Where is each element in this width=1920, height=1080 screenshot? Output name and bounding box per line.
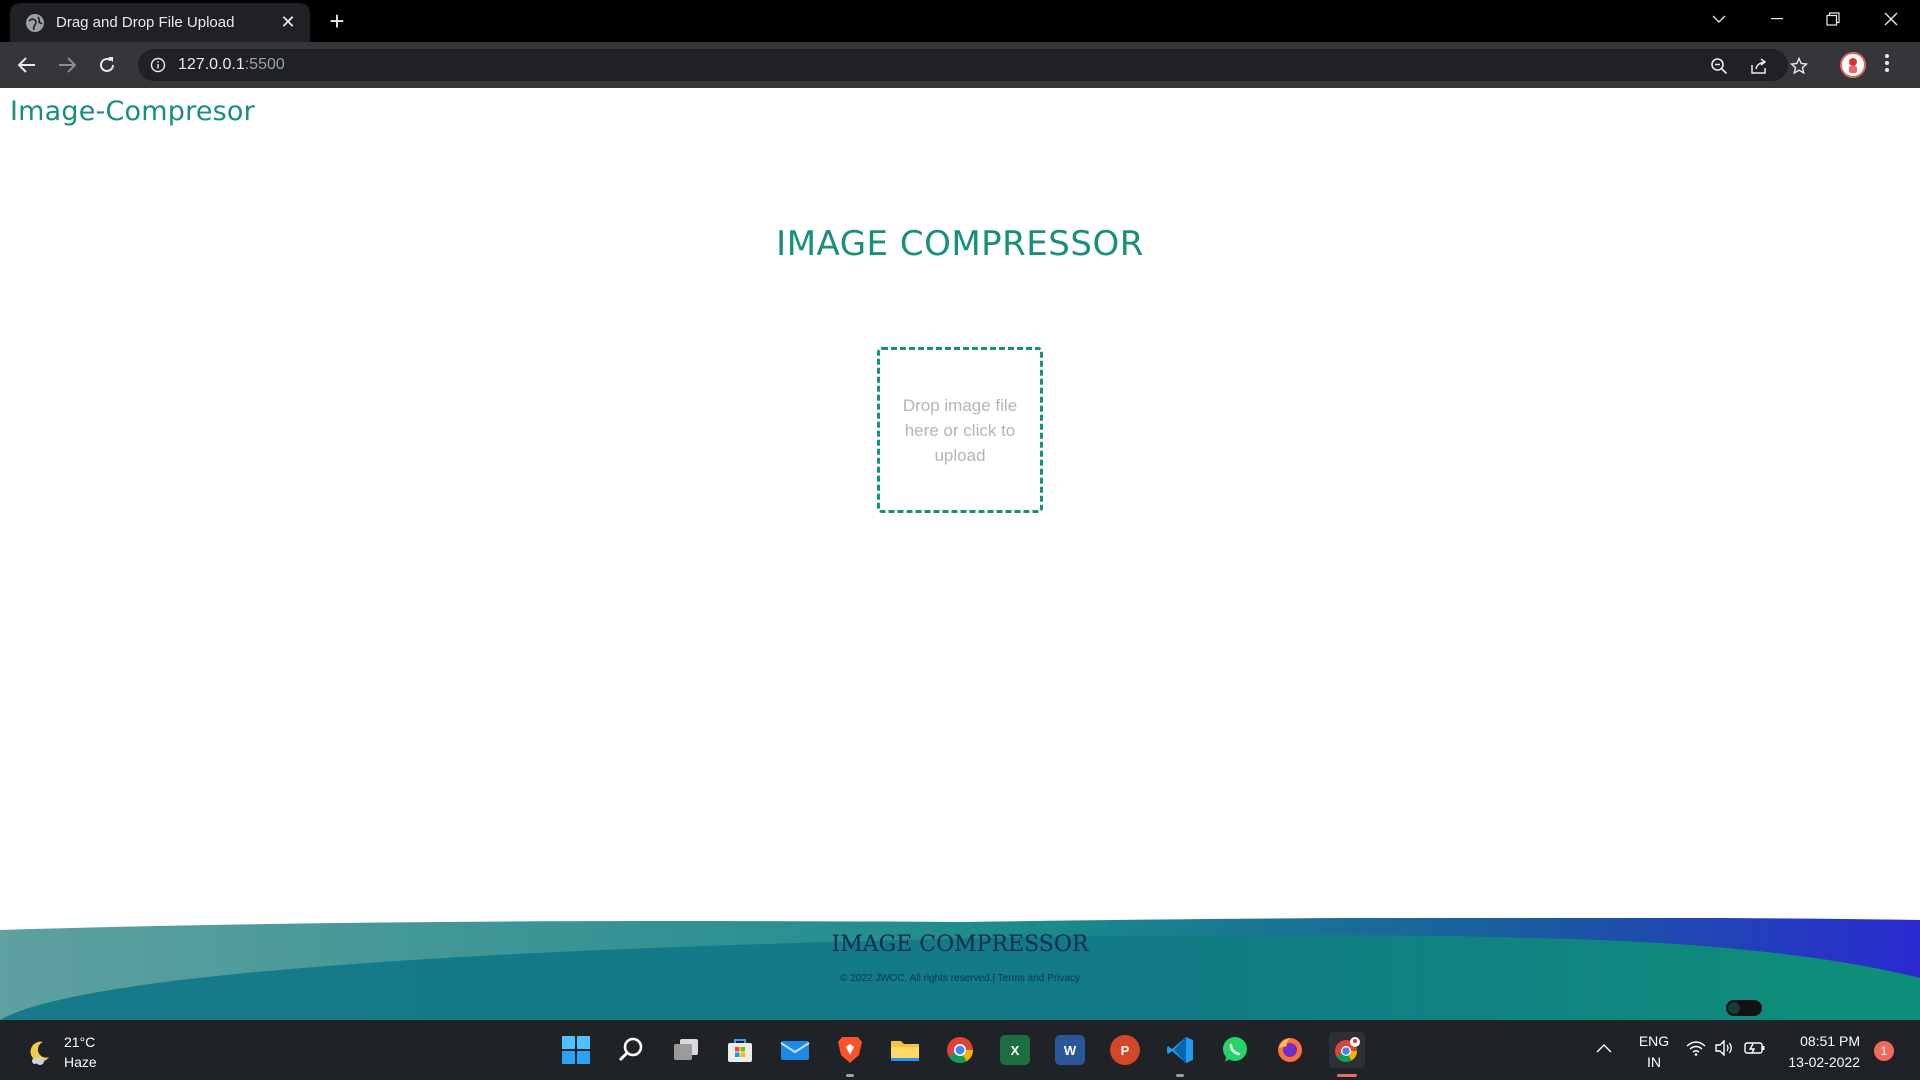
footer-copyright[interactable]: © 2022 JWOC. All rights reserved.| Terms…	[0, 973, 1920, 984]
whatsapp-icon[interactable]	[1219, 1034, 1251, 1066]
battery-icon[interactable]	[1744, 1041, 1766, 1058]
url-host: 127.0.0.1	[178, 56, 245, 73]
powerpoint-icon[interactable]: P	[1109, 1034, 1141, 1066]
volume-icon[interactable]	[1714, 1039, 1734, 1059]
page-title: IMAGE COMPRESSOR	[776, 224, 1144, 264]
page-viewport: Image-Compresor IMAGE COMPRESSOR Drop im…	[0, 88, 1920, 1020]
active-indicator	[1337, 1074, 1357, 1077]
zoom-icon[interactable]	[1710, 57, 1728, 75]
microsoft-store-icon[interactable]	[724, 1034, 756, 1066]
globe-icon	[26, 13, 44, 32]
tab-search-icon[interactable]	[1696, 0, 1742, 38]
windows-start-icon[interactable]	[560, 1034, 592, 1066]
close-tab-icon[interactable]: ✕	[278, 12, 298, 32]
weather-widget[interactable]: 21°C Haze	[26, 1032, 97, 1072]
clock-date: 13-02-2022	[1788, 1054, 1860, 1070]
chrome-profile-icon[interactable]	[1329, 1032, 1365, 1068]
url-port: :5500	[244, 56, 285, 73]
back-arrow-icon[interactable]	[12, 50, 42, 80]
url-text: 127.0.0.1:5500	[178, 56, 285, 74]
search-icon[interactable]	[615, 1034, 647, 1066]
reload-icon[interactable]	[92, 50, 122, 80]
browser-toolbar: 127.0.0.1:5500	[0, 42, 1920, 88]
bookmark-star-icon[interactable]	[1789, 56, 1809, 75]
firefox-icon[interactable]	[1274, 1034, 1306, 1066]
browser-menu-icon[interactable]	[1884, 54, 1890, 76]
dropzone-label: Drop image file here or click to upload	[902, 395, 1018, 465]
brave-browser-icon[interactable]	[834, 1034, 866, 1066]
file-explorer-icon[interactable]	[889, 1034, 921, 1066]
forward-arrow-icon[interactable]	[52, 50, 82, 80]
profile-avatar[interactable]	[1840, 52, 1866, 78]
browser-tab[interactable]: Drag and Drop File Upload ✕	[10, 3, 310, 42]
windows-taskbar: 21°C Haze X W P ENG IN 08:51 PM 13-02-20…	[0, 1020, 1920, 1080]
weather-temp: 21°C	[64, 1034, 96, 1050]
lang-top: ENG	[1638, 1033, 1670, 1049]
theme-toggle[interactable]	[1726, 1000, 1762, 1016]
new-tab-button[interactable]: +	[324, 8, 350, 34]
share-icon[interactable]	[1750, 57, 1768, 75]
clock-time: 08:51 PM	[1800, 1033, 1860, 1049]
notification-badge[interactable]: 1	[1874, 1041, 1894, 1061]
lang-bottom: IN	[1647, 1054, 1661, 1070]
mail-icon[interactable]	[779, 1034, 811, 1066]
image-dropzone[interactable]: Drop image file here or click to upload	[877, 347, 1043, 513]
chevron-up-icon[interactable]	[1596, 1040, 1612, 1056]
footer-title: IMAGE COMPRESSOR	[831, 932, 1089, 957]
site-info-icon[interactable]	[150, 57, 166, 78]
excel-icon[interactable]: X	[999, 1034, 1031, 1066]
system-clock[interactable]: 08:51 PM 13-02-2022	[1776, 1031, 1860, 1073]
chrome-icon[interactable]	[944, 1034, 976, 1066]
word-icon[interactable]: W	[1054, 1034, 1086, 1066]
browser-tab-strip: Drag and Drop File Upload ✕ +	[0, 0, 1920, 42]
weather-desc: Haze	[64, 1054, 97, 1070]
site-brand[interactable]: Image-Compresor	[10, 96, 255, 127]
restore-icon[interactable]	[1810, 0, 1856, 38]
moon-icon	[30, 1041, 49, 1065]
vscode-icon[interactable]	[1164, 1034, 1196, 1066]
wifi-icon[interactable]	[1686, 1040, 1706, 1059]
address-bar[interactable]: 127.0.0.1:5500	[138, 49, 1809, 81]
running-indicator	[846, 1074, 854, 1077]
close-window-icon[interactable]	[1868, 0, 1914, 38]
minimize-icon[interactable]	[1754, 0, 1800, 38]
tab-title: Drag and Drop File Upload	[56, 14, 235, 31]
running-indicator	[1176, 1074, 1184, 1077]
language-indicator[interactable]: ENG IN	[1634, 1031, 1674, 1073]
task-view-icon[interactable]	[670, 1034, 702, 1066]
